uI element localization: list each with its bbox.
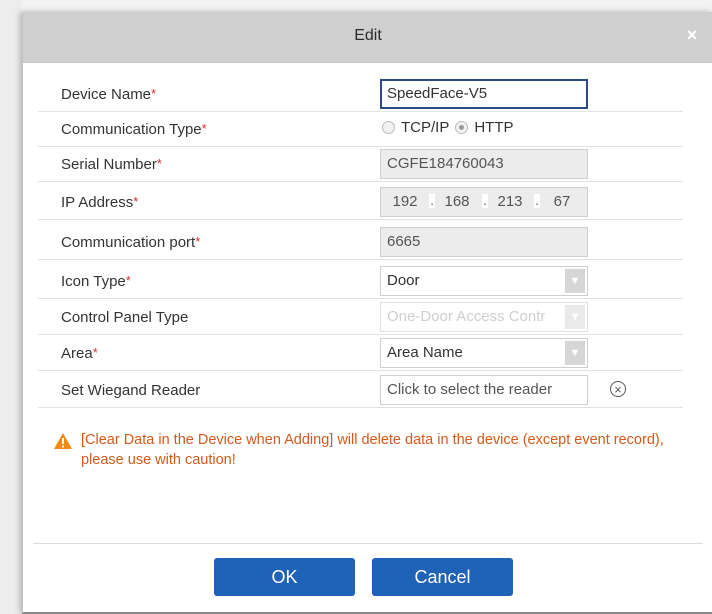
row-communication-type: Communication Type* TCP/IP HTTP <box>38 112 683 147</box>
wiegand-reader-input[interactable]: Click to select the reader <box>380 375 588 405</box>
ip-address-field: 192 . 168 . 213 . 67 <box>380 187 588 217</box>
chevron-down-icon: ▼ <box>565 305 585 329</box>
chevron-down-icon[interactable]: ▼ <box>565 269 585 293</box>
required-mark: * <box>92 345 98 360</box>
row-control-panel-type: Control Panel Type One-Door Access Contr… <box>38 300 683 335</box>
dialog-titlebar: Edit × <box>23 12 712 63</box>
serial-number-label: Serial Number* <box>61 156 162 173</box>
ip-octet-1: 192 <box>392 193 418 210</box>
warning-triangle-icon <box>54 433 72 449</box>
communication-type-radio-group: TCP/IP HTTP <box>382 119 520 136</box>
radio-tcpip[interactable] <box>382 121 395 134</box>
communication-port-label: Communication port* <box>61 234 201 251</box>
control-panel-type-label: Control Panel Type <box>61 309 189 326</box>
row-serial-number: Serial Number* CGFE184760043 <box>38 147 683 182</box>
ip-octet-4: 67 <box>553 193 571 210</box>
radio-tcpip-label: TCP/IP <box>401 119 450 136</box>
cancel-button[interactable]: Cancel <box>372 558 513 596</box>
edit-device-dialog: Edit × Device Name* SpeedFace-V5 Communi… <box>22 12 712 614</box>
ip-octet-3: 213 <box>497 193 523 210</box>
control-panel-type-select: One-Door Access Contr ▼ <box>380 302 588 332</box>
icon-type-select[interactable]: Door ▼ <box>380 266 588 296</box>
required-mark: * <box>195 234 201 249</box>
ok-button[interactable]: OK <box>214 558 355 596</box>
footer-divider <box>33 543 703 544</box>
ip-address-label: IP Address* <box>61 194 139 211</box>
device-name-label: Device Name* <box>61 86 157 103</box>
area-value: Area Name <box>387 344 463 361</box>
wiegand-reader-label: Set Wiegand Reader <box>61 382 201 399</box>
warning-text: [Clear Data in the Device when Adding] w… <box>81 432 664 468</box>
warning-message: [Clear Data in the Device when Adding] w… <box>53 430 703 470</box>
row-area: Area* Area Name ▼ <box>38 336 683 371</box>
device-name-input[interactable]: SpeedFace-V5 <box>380 79 588 109</box>
row-communication-port: Communication port* 6665 <box>38 225 683 260</box>
close-icon[interactable]: × <box>681 24 703 46</box>
control-panel-type-value: One-Door Access Contr <box>387 308 546 325</box>
area-label: Area* <box>61 345 98 362</box>
row-wiegand-reader: Set Wiegand Reader Click to select the r… <box>38 373 683 408</box>
clear-circle-x-icon[interactable]: × <box>610 381 626 397</box>
required-mark: * <box>151 86 157 101</box>
dialog-title: Edit <box>354 27 382 44</box>
icon-type-label: Icon Type* <box>61 273 131 290</box>
serial-number-field: CGFE184760043 <box>380 149 588 179</box>
background-left-panel <box>0 0 22 614</box>
row-ip-address: IP Address* 192 . 168 . 213 . 67 <box>38 185 683 220</box>
required-mark: * <box>156 156 162 171</box>
communication-type-label: Communication Type* <box>61 121 207 138</box>
ip-octet-2: 168 <box>444 193 470 210</box>
required-mark: * <box>125 273 131 288</box>
row-icon-type: Icon Type* Door ▼ <box>38 264 683 299</box>
required-mark: * <box>201 121 207 136</box>
radio-http-label: HTTP <box>474 119 514 136</box>
communication-port-field: 6665 <box>380 227 588 257</box>
chevron-down-icon[interactable]: ▼ <box>565 341 585 365</box>
radio-http[interactable] <box>455 121 469 134</box>
required-mark: * <box>133 194 139 209</box>
icon-type-value: Door <box>387 272 420 289</box>
row-device-name: Device Name* SpeedFace-V5 <box>38 77 683 112</box>
area-select[interactable]: Area Name ▼ <box>380 338 588 368</box>
